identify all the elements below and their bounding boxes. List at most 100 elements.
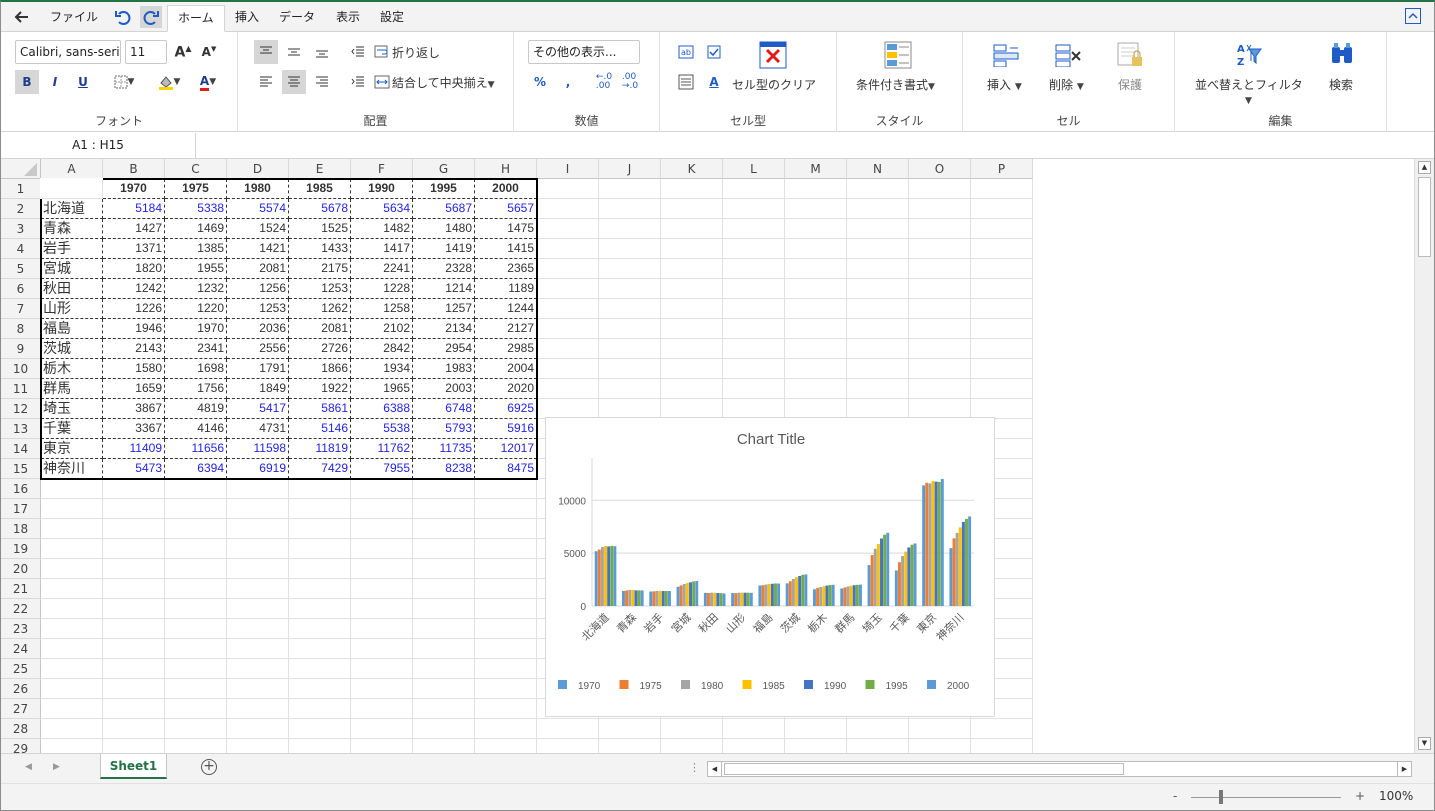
tab-settings[interactable]: 設定 xyxy=(370,5,414,32)
cell-h24[interactable] xyxy=(475,639,537,659)
bold-button[interactable]: B xyxy=(15,70,39,94)
population-value-cell[interactable]: 2985 xyxy=(475,339,537,359)
tab-home[interactable]: ホーム xyxy=(167,5,225,32)
cell-i29[interactable] xyxy=(537,739,599,753)
cell-p29[interactable] xyxy=(971,739,1033,753)
cell-h22[interactable] xyxy=(475,599,537,619)
fill-color-icon[interactable]: ▼ xyxy=(151,70,187,94)
add-sheet-icon[interactable]: + xyxy=(201,759,217,775)
cell-i2[interactable] xyxy=(537,199,599,219)
cell-i12[interactable] xyxy=(537,399,599,419)
cell-n28[interactable] xyxy=(847,719,909,739)
cell-a16[interactable] xyxy=(41,479,103,499)
population-value-cell[interactable]: 8475 xyxy=(475,459,537,479)
delete-cells-label[interactable]: 削除 ▼ xyxy=(1049,76,1084,93)
splitter-handle-icon[interactable]: ⋮ xyxy=(689,761,700,774)
population-value-cell[interactable]: 1242 xyxy=(103,279,165,299)
cell-d22[interactable] xyxy=(227,599,289,619)
population-value-cell[interactable]: 5184 xyxy=(103,199,165,219)
cell-a19[interactable] xyxy=(41,539,103,559)
cell-n3[interactable] xyxy=(847,219,909,239)
population-value-cell[interactable]: 1417 xyxy=(351,239,413,259)
cell-d26[interactable] xyxy=(227,679,289,699)
population-value-cell[interactable]: 1226 xyxy=(103,299,165,319)
cell-c22[interactable] xyxy=(165,599,227,619)
population-value-cell[interactable]: 5687 xyxy=(413,199,475,219)
cell-j3[interactable] xyxy=(599,219,661,239)
cell-i10[interactable] xyxy=(537,359,599,379)
scroll-right-icon[interactable]: ▶ xyxy=(1397,762,1411,776)
select-all-corner[interactable] xyxy=(1,159,41,179)
cell-k6[interactable] xyxy=(661,279,723,299)
cell-a18[interactable] xyxy=(41,519,103,539)
cell-g19[interactable] xyxy=(413,539,475,559)
cell-i1[interactable] xyxy=(537,179,599,199)
cell-j2[interactable] xyxy=(599,199,661,219)
cell-p7[interactable] xyxy=(971,299,1033,319)
cell-o28[interactable] xyxy=(909,719,971,739)
cell-n8[interactable] xyxy=(847,319,909,339)
row-header-27[interactable]: 27 xyxy=(1,699,41,719)
column-header-g[interactable]: G xyxy=(413,159,475,179)
cell-e28[interactable] xyxy=(289,719,351,739)
row-header-6[interactable]: 6 xyxy=(1,279,41,299)
cell-a24[interactable] xyxy=(41,639,103,659)
cell-d19[interactable] xyxy=(227,539,289,559)
cell-l11[interactable] xyxy=(723,379,785,399)
population-value-cell[interactable]: 4819 xyxy=(165,399,227,419)
cell-d20[interactable] xyxy=(227,559,289,579)
merge-center-label[interactable]: 結合して中央揃え▼ xyxy=(392,74,495,91)
population-value-cell[interactable]: 4731 xyxy=(227,419,289,439)
horizontal-scroll-thumb[interactable] xyxy=(724,763,1124,775)
cell-a22[interactable] xyxy=(41,599,103,619)
prefecture-name-cell[interactable]: 栃木 xyxy=(41,359,103,379)
cell-n11[interactable] xyxy=(847,379,909,399)
cell-p2[interactable] xyxy=(971,199,1033,219)
population-value-cell[interactable]: 2365 xyxy=(475,259,537,279)
cell-l4[interactable] xyxy=(723,239,785,259)
column-header-k[interactable]: K xyxy=(661,159,723,179)
cell-b18[interactable] xyxy=(103,519,165,539)
column-header-f[interactable]: F xyxy=(351,159,413,179)
cell-b21[interactable] xyxy=(103,579,165,599)
population-value-cell[interactable]: 1965 xyxy=(351,379,413,399)
row-header-3[interactable]: 3 xyxy=(1,219,41,239)
population-value-cell[interactable]: 1946 xyxy=(103,319,165,339)
row-header-26[interactable]: 26 xyxy=(1,679,41,699)
population-value-cell[interactable]: 5634 xyxy=(351,199,413,219)
prefecture-name-cell[interactable]: 岩手 xyxy=(41,239,103,259)
cell-c16[interactable] xyxy=(165,479,227,499)
population-value-cell[interactable]: 1262 xyxy=(289,299,351,319)
row-header-15[interactable]: 15 xyxy=(1,459,41,479)
population-value-cell[interactable]: 6748 xyxy=(413,399,475,419)
population-value-cell[interactable]: 5861 xyxy=(289,399,351,419)
row-header-1[interactable]: 1 xyxy=(1,179,41,199)
cell-f28[interactable] xyxy=(351,719,413,739)
cell-l3[interactable] xyxy=(723,219,785,239)
population-value-cell[interactable]: 1385 xyxy=(165,239,227,259)
cell-f23[interactable] xyxy=(351,619,413,639)
cell-o11[interactable] xyxy=(909,379,971,399)
cell-g28[interactable] xyxy=(413,719,475,739)
cell-f24[interactable] xyxy=(351,639,413,659)
cell-e23[interactable] xyxy=(289,619,351,639)
population-value-cell[interactable]: 1228 xyxy=(351,279,413,299)
cell-f20[interactable] xyxy=(351,559,413,579)
population-value-cell[interactable]: 5678 xyxy=(289,199,351,219)
population-value-cell[interactable]: 7429 xyxy=(289,459,351,479)
cell-c24[interactable] xyxy=(165,639,227,659)
wrap-text-icon[interactable] xyxy=(370,40,394,64)
population-value-cell[interactable]: 11409 xyxy=(103,439,165,459)
row-header-21[interactable]: 21 xyxy=(1,579,41,599)
cell-e24[interactable] xyxy=(289,639,351,659)
cell-j4[interactable] xyxy=(599,239,661,259)
cell-g22[interactable] xyxy=(413,599,475,619)
file-menu[interactable]: ファイル xyxy=(50,2,98,32)
hyperlink-celltype-icon[interactable]: A xyxy=(702,70,726,94)
year-header-cell[interactable]: 1995 xyxy=(413,179,475,199)
font-size-input[interactable]: 11 xyxy=(125,40,167,64)
cell-f27[interactable] xyxy=(351,699,413,719)
clear-celltype-label[interactable]: セル型のクリア xyxy=(732,76,816,93)
population-value-cell[interactable]: 1983 xyxy=(413,359,475,379)
population-value-cell[interactable]: 2081 xyxy=(289,319,351,339)
